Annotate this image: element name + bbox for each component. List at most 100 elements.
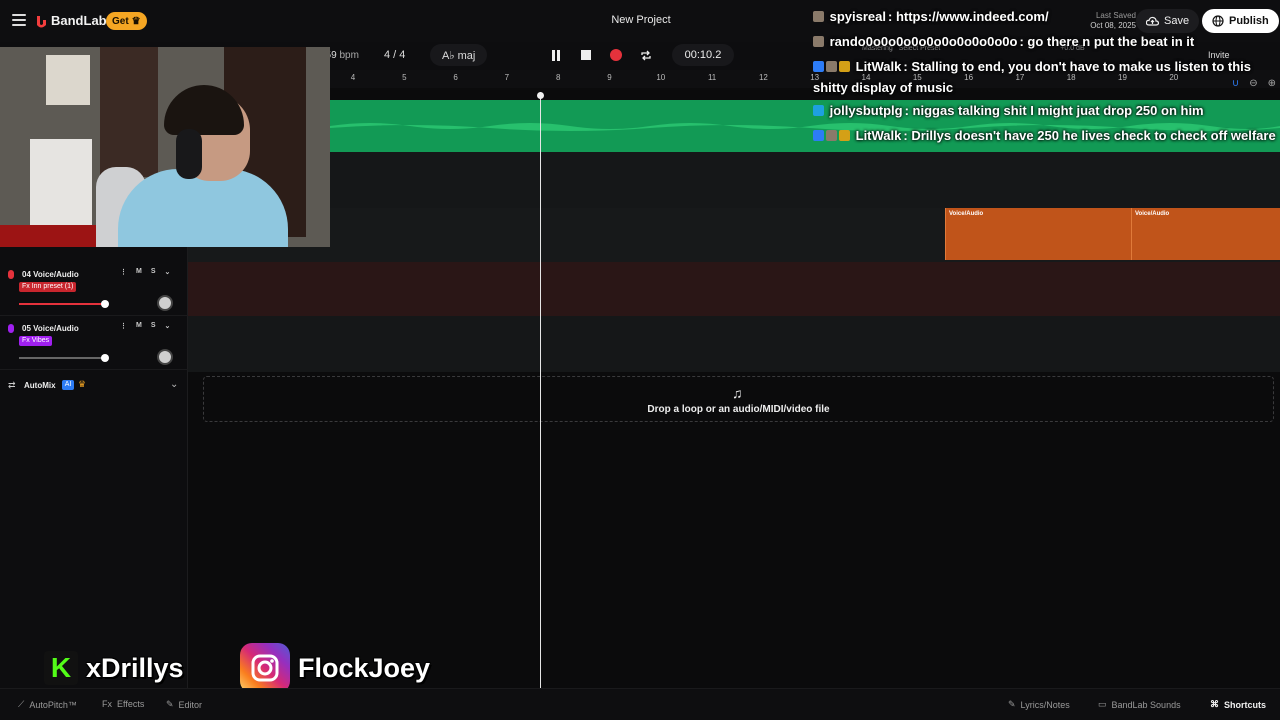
pen-icon: ✎	[1008, 699, 1016, 709]
volume-fill	[19, 303, 105, 305]
webcam-overlay	[0, 47, 330, 247]
mic-icon	[8, 270, 14, 279]
chevron-down-icon[interactable]: ⌄	[165, 268, 171, 276]
camera-icon	[251, 654, 279, 682]
bandlab-logo-icon	[37, 15, 46, 27]
chat-message: jollysbutplg: niggas talking shit I migh…	[813, 98, 1280, 123]
instagram-handle-overlay: FlockJoey	[240, 643, 430, 693]
fx-preset-badge[interactable]: Fx Vibes	[19, 336, 53, 346]
crown-icon: ♛	[131, 15, 141, 27]
bandlab-logo[interactable]: BandLab	[35, 13, 107, 28]
editor-label: Editor	[178, 699, 203, 710]
loop-button[interactable]	[633, 44, 659, 66]
user-badge-icon	[813, 36, 824, 47]
editor-button[interactable]: ✎ Editor	[166, 699, 202, 710]
mic-icon	[8, 324, 14, 333]
ruler-tick: 11	[707, 73, 717, 82]
music-note-add-icon: ♫	[732, 385, 743, 401]
get-label: Get	[112, 15, 129, 27]
kick-handle-overlay: K xDrillys	[44, 643, 184, 693]
brand-name: BandLab	[51, 13, 107, 28]
shortcuts-button[interactable]: ⌘ Shortcuts	[1210, 699, 1266, 710]
solo-button[interactable]: S	[151, 322, 156, 330]
ai-badge: AI	[62, 380, 74, 390]
ruler-tick: 4	[350, 73, 356, 82]
crown-icon	[839, 61, 850, 72]
track-lane-5[interactable]	[188, 316, 1280, 372]
autopitch-label: AutoPitch™	[29, 699, 77, 710]
bandlab-sounds-button[interactable]: ▭ BandLab Sounds	[1098, 699, 1181, 710]
user-badge-icon	[826, 61, 837, 72]
pencil-icon: ✎	[166, 699, 174, 709]
track-lane-3[interactable]: Voice/Audio Voice/Audio	[188, 208, 1280, 262]
webcam-poster	[46, 55, 90, 105]
pan-knob[interactable]	[157, 349, 173, 365]
chat-text: niggas talking shit I might juat drop 25…	[912, 103, 1204, 118]
crown-icon	[839, 130, 850, 141]
track-lane-2[interactable]	[188, 152, 1280, 208]
volume-handle[interactable]	[101, 354, 109, 362]
automix-label: AutoMix	[24, 381, 56, 390]
audio-clip[interactable]: Voice/Audio	[945, 208, 1131, 260]
webcam-door	[100, 47, 158, 177]
kick-logo-icon: K	[44, 651, 78, 685]
chat-username: LitWalk	[855, 128, 902, 143]
more-options-icon[interactable]: ⋮	[120, 268, 127, 276]
user-badge-icon	[813, 105, 824, 116]
webcam-bed	[0, 225, 110, 247]
project-title[interactable]: New Project	[560, 14, 722, 26]
user-badge-icon	[826, 130, 837, 141]
bpm-unit: bpm	[339, 50, 359, 61]
track-header-04[interactable]: 04 Voice/Audio ⋮ M S ⌄ Fx Inn preset (1)	[0, 262, 188, 316]
chat-text: Drillys doesn't have 250 he lives check …	[911, 128, 1276, 143]
mute-button[interactable]: M	[136, 322, 142, 330]
playhead-handle[interactable]	[537, 92, 544, 99]
solo-button[interactable]: S	[151, 268, 156, 276]
chat-username: spyisreal	[829, 9, 886, 24]
fx-preset-badge[interactable]: Fx Inn preset (1)	[19, 282, 77, 292]
mute-button[interactable]: M	[136, 268, 142, 276]
fx-icon: Fx	[102, 699, 112, 709]
get-membership-button[interactable]: Get ♛	[106, 12, 147, 30]
effects-button[interactable]: Fx Effects	[102, 699, 144, 709]
key-selector[interactable]: A♭ maj	[430, 44, 488, 66]
volume-handle[interactable]	[101, 300, 109, 308]
ruler-tick: 6	[453, 73, 458, 82]
chat-text: https://www.indeed.com/	[895, 9, 1049, 24]
user-badge-icon	[813, 61, 824, 72]
track-header-05[interactable]: 05 Voice/Audio ⋮ M S ⌄ Fx Vibes	[0, 316, 188, 370]
ruler-tick: 10	[656, 73, 666, 82]
stop-icon	[581, 50, 591, 60]
stop-button[interactable]	[573, 44, 599, 66]
bottom-bar: ⟋ AutoPitch™ Fx Effects ✎ Editor ✎ Lyrics/No…	[0, 688, 1280, 720]
autopitch-icon: ⟋	[18, 699, 25, 709]
track-name[interactable]: 04 Voice/Audio	[22, 270, 79, 279]
chevron-down-icon[interactable]: ⌄	[170, 379, 178, 390]
ruler-tick: 8	[555, 73, 561, 82]
track-name[interactable]: 05 Voice/Audio	[22, 324, 79, 333]
more-options-icon[interactable]: ⋮	[120, 322, 127, 330]
user-badge-icon	[813, 130, 824, 141]
audio-clip[interactable]: Voice/Audio	[1131, 208, 1280, 260]
hamburger-menu-icon[interactable]	[12, 14, 26, 26]
pan-knob[interactable]	[157, 295, 173, 311]
track-lane-4[interactable]	[188, 262, 1280, 316]
chat-message: LitWalk: Drillys doesn't have 250 he liv…	[813, 123, 1280, 148]
playhead[interactable]	[540, 92, 541, 688]
pause-icon	[552, 49, 560, 61]
chevron-down-icon[interactable]: ⌄	[165, 322, 171, 330]
autopitch-button[interactable]: ⟋ AutoPitch™	[18, 699, 77, 710]
kick-handle: xDrillys	[86, 652, 184, 683]
lyrics-notes-button[interactable]: ✎ Lyrics/Notes	[1008, 699, 1070, 710]
chat-message: LitWalk: Stalling to end, you don't have…	[813, 59, 1252, 95]
volume-slider[interactable]	[19, 354, 109, 362]
pause-button[interactable]	[543, 44, 569, 66]
effects-label: Effects	[117, 699, 145, 709]
automix-row[interactable]: ⇄ AutoMix AI ♛ ⌄	[0, 375, 188, 397]
chat-text: go there n put the beat in it	[1027, 34, 1195, 49]
volume-slider[interactable]	[19, 300, 109, 308]
instagram-handle: FlockJoey	[298, 652, 431, 683]
time-signature[interactable]: 4 / 4	[382, 46, 407, 64]
drop-zone[interactable]: ♫ Drop a loop or an audio/MIDI/video fil…	[203, 376, 1274, 422]
record-button[interactable]	[603, 44, 629, 66]
